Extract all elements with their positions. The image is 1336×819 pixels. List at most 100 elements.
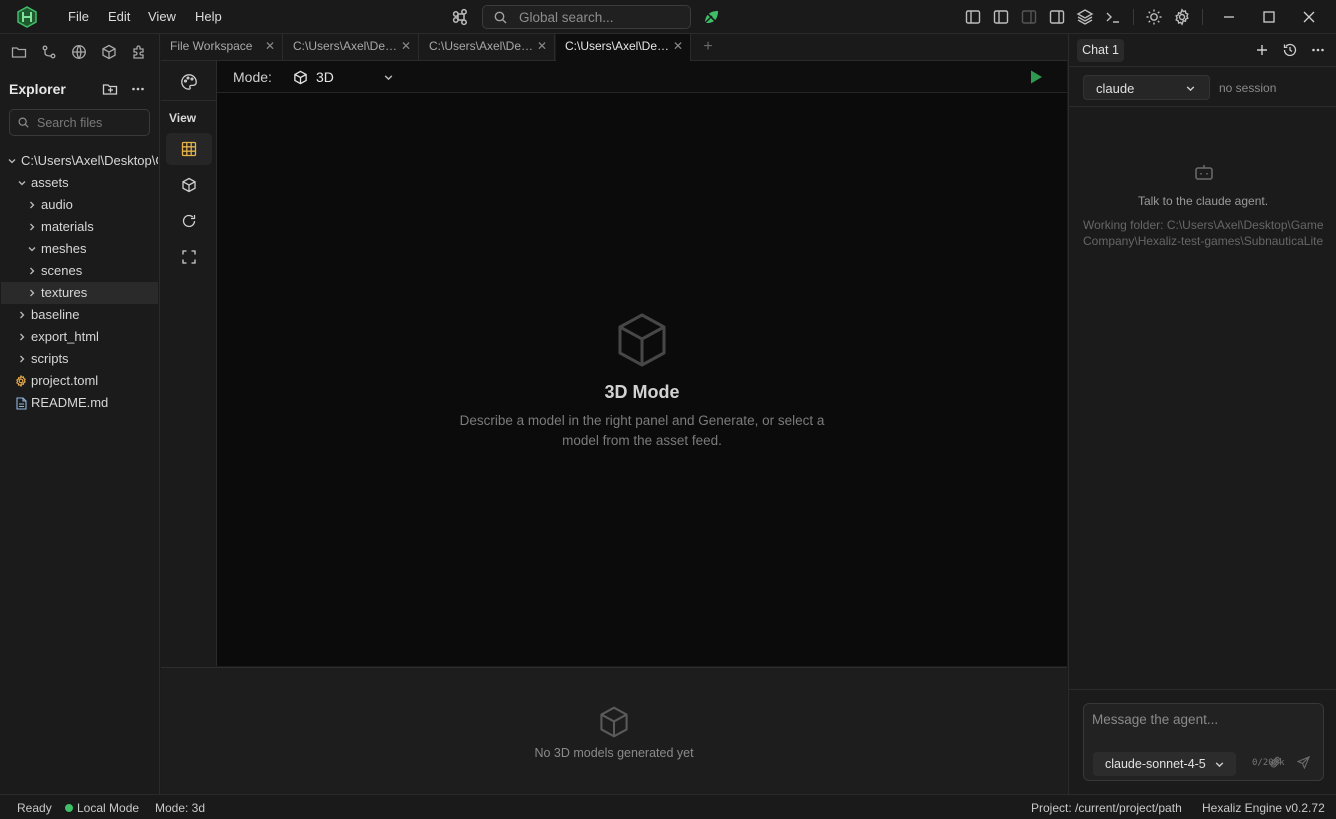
tree-item-textures[interactable]: textures bbox=[1, 282, 158, 304]
chat-empty-title: Talk to the claude agent. bbox=[1137, 194, 1269, 208]
leaf-icon[interactable] bbox=[702, 8, 720, 26]
3d-viewport[interactable]: 3D Mode Describe a model in the right pa… bbox=[217, 93, 1067, 666]
status-bar: Ready Local Mode Mode: 3d Project: /curr… bbox=[0, 794, 1336, 819]
view-section-title: View bbox=[169, 111, 197, 125]
gear-icon[interactable] bbox=[1173, 8, 1191, 26]
palette-icon[interactable] bbox=[180, 73, 198, 91]
tab-path-1[interactable]: C:\Users\Axel\Desktop\Game Company ✕ bbox=[284, 34, 419, 61]
toolbar-divider bbox=[1202, 9, 1203, 25]
terminal-icon[interactable] bbox=[1104, 8, 1122, 26]
menu-file[interactable]: File bbox=[68, 0, 89, 34]
close-icon[interactable] bbox=[1300, 8, 1318, 26]
chevron-right-icon bbox=[30, 201, 35, 209]
fullscreen-button[interactable] bbox=[166, 241, 212, 273]
more-options-icon[interactable] bbox=[130, 81, 146, 97]
folder-icon[interactable] bbox=[11, 44, 27, 60]
model-value: claude-sonnet-4-5 bbox=[1105, 757, 1206, 771]
tree-root[interactable]: C:\Users\Axel\Desktop\Game Company\Hexal… bbox=[1, 150, 158, 172]
chevron-down-icon bbox=[384, 75, 393, 81]
panel-right-icon[interactable] bbox=[1048, 8, 1066, 26]
minimize-icon[interactable] bbox=[1220, 8, 1238, 26]
tree-item-label: materials bbox=[41, 219, 94, 234]
message-input[interactable] bbox=[1092, 712, 1314, 734]
grid-icon bbox=[181, 141, 197, 157]
chevron-down-icon bbox=[8, 159, 16, 164]
command-icon[interactable] bbox=[452, 8, 470, 26]
agent-dropdown[interactable]: claude bbox=[1083, 75, 1210, 100]
markdown-file-icon bbox=[16, 397, 27, 410]
open-folder-icon[interactable] bbox=[102, 81, 118, 97]
layers-icon[interactable] bbox=[1076, 8, 1094, 26]
panel-inactive-icon[interactable] bbox=[1020, 8, 1038, 26]
model-dropdown[interactable]: claude-sonnet-4-5 bbox=[1093, 752, 1236, 776]
menu-edit[interactable]: Edit bbox=[108, 0, 130, 34]
chevron-right-icon bbox=[20, 311, 25, 319]
tab-chat-1[interactable]: Chat 1 bbox=[1077, 39, 1124, 62]
working-folder-text: Working folder: C:\Users\Axel\Desktop\Ga… bbox=[1083, 218, 1324, 248]
mode-value: 3D bbox=[316, 69, 334, 85]
tree-item-scenes[interactable]: scenes bbox=[1, 260, 158, 282]
tree-item-audio[interactable]: audio bbox=[1, 194, 158, 216]
reset-view-button[interactable] bbox=[166, 205, 212, 237]
tree-item-export-html[interactable]: export_html bbox=[1, 326, 158, 348]
send-icon[interactable] bbox=[1297, 756, 1310, 769]
close-icon[interactable]: ✕ bbox=[400, 34, 412, 59]
chevron-right-icon bbox=[30, 267, 35, 275]
view-toolbar: View bbox=[161, 61, 217, 666]
chevron-right-icon bbox=[30, 223, 35, 231]
cube-icon[interactable] bbox=[101, 44, 117, 60]
agent-value: claude bbox=[1096, 81, 1135, 96]
mode-bar: Mode: 3D bbox=[217, 61, 1067, 93]
divider bbox=[161, 100, 216, 101]
close-icon[interactable]: ✕ bbox=[536, 34, 548, 59]
chevron-down-icon bbox=[1215, 762, 1224, 768]
tree-item-meshes[interactable]: meshes bbox=[1, 238, 158, 260]
close-icon[interactable]: ✕ bbox=[264, 34, 276, 59]
panel-left-icon[interactable] bbox=[964, 8, 982, 26]
explorer-panel: Explorer C:\Users\Axel\Desktop\Game Comp… bbox=[0, 34, 160, 794]
chevron-down-icon bbox=[28, 247, 36, 252]
file-search-input[interactable] bbox=[37, 115, 145, 131]
tree-item-baseline[interactable]: baseline bbox=[1, 304, 158, 326]
plus-icon[interactable] bbox=[1254, 42, 1270, 58]
play-icon[interactable] bbox=[1029, 69, 1043, 85]
divider bbox=[1069, 66, 1336, 67]
sun-icon[interactable] bbox=[1145, 8, 1163, 26]
global-search[interactable] bbox=[482, 5, 691, 29]
config-file-icon bbox=[16, 375, 26, 387]
tree-item-label: project.toml bbox=[31, 373, 99, 388]
tab-path-3[interactable]: C:\Users\Axel\Desktop\Game Company ✕ bbox=[556, 34, 691, 61]
tree-item-assets[interactable]: assets bbox=[1, 172, 158, 194]
puzzle-icon[interactable] bbox=[131, 44, 147, 60]
divider bbox=[1069, 689, 1336, 690]
tree-item-readme[interactable]: README.md bbox=[1, 392, 158, 414]
history-icon[interactable] bbox=[1282, 42, 1298, 58]
grid-toggle-button[interactable] bbox=[166, 133, 212, 165]
menu-help[interactable]: Help bbox=[195, 0, 222, 34]
tree-item-scripts[interactable]: scripts bbox=[1, 348, 158, 370]
global-search-input[interactable] bbox=[519, 8, 684, 26]
tab-path-2[interactable]: C:\Users\Axel\Desktop\Game Company ✕ bbox=[420, 34, 555, 61]
search-icon bbox=[494, 11, 507, 24]
panel-split-icon[interactable] bbox=[992, 8, 1010, 26]
menu-view[interactable]: View bbox=[148, 0, 176, 34]
mode-dropdown[interactable]: 3D bbox=[292, 63, 400, 91]
tree-item-label: scripts bbox=[31, 351, 69, 366]
attach-icon[interactable] bbox=[1269, 756, 1282, 769]
close-icon[interactable]: ✕ bbox=[672, 34, 684, 59]
globe-icon[interactable] bbox=[71, 44, 87, 60]
tree-item-materials[interactable]: materials bbox=[1, 216, 158, 238]
maximize-icon[interactable] bbox=[1260, 8, 1278, 26]
status-mode: Mode: 3d bbox=[155, 801, 206, 815]
more-options-icon[interactable] bbox=[1310, 42, 1326, 58]
add-tab-icon[interactable]: + bbox=[701, 37, 715, 57]
cube-icon bbox=[294, 70, 307, 85]
status-dot-icon bbox=[65, 804, 73, 812]
refresh-icon bbox=[182, 214, 196, 228]
file-search[interactable] bbox=[9, 109, 150, 136]
tab-file-workspace[interactable]: File Workspace ✕ bbox=[161, 34, 283, 61]
git-icon[interactable] bbox=[41, 44, 57, 60]
viewport-description: Describe a model in the right panel and … bbox=[459, 413, 825, 448]
cube-view-button[interactable] bbox=[166, 169, 212, 201]
tree-item-project-toml[interactable]: project.toml bbox=[1, 370, 158, 392]
